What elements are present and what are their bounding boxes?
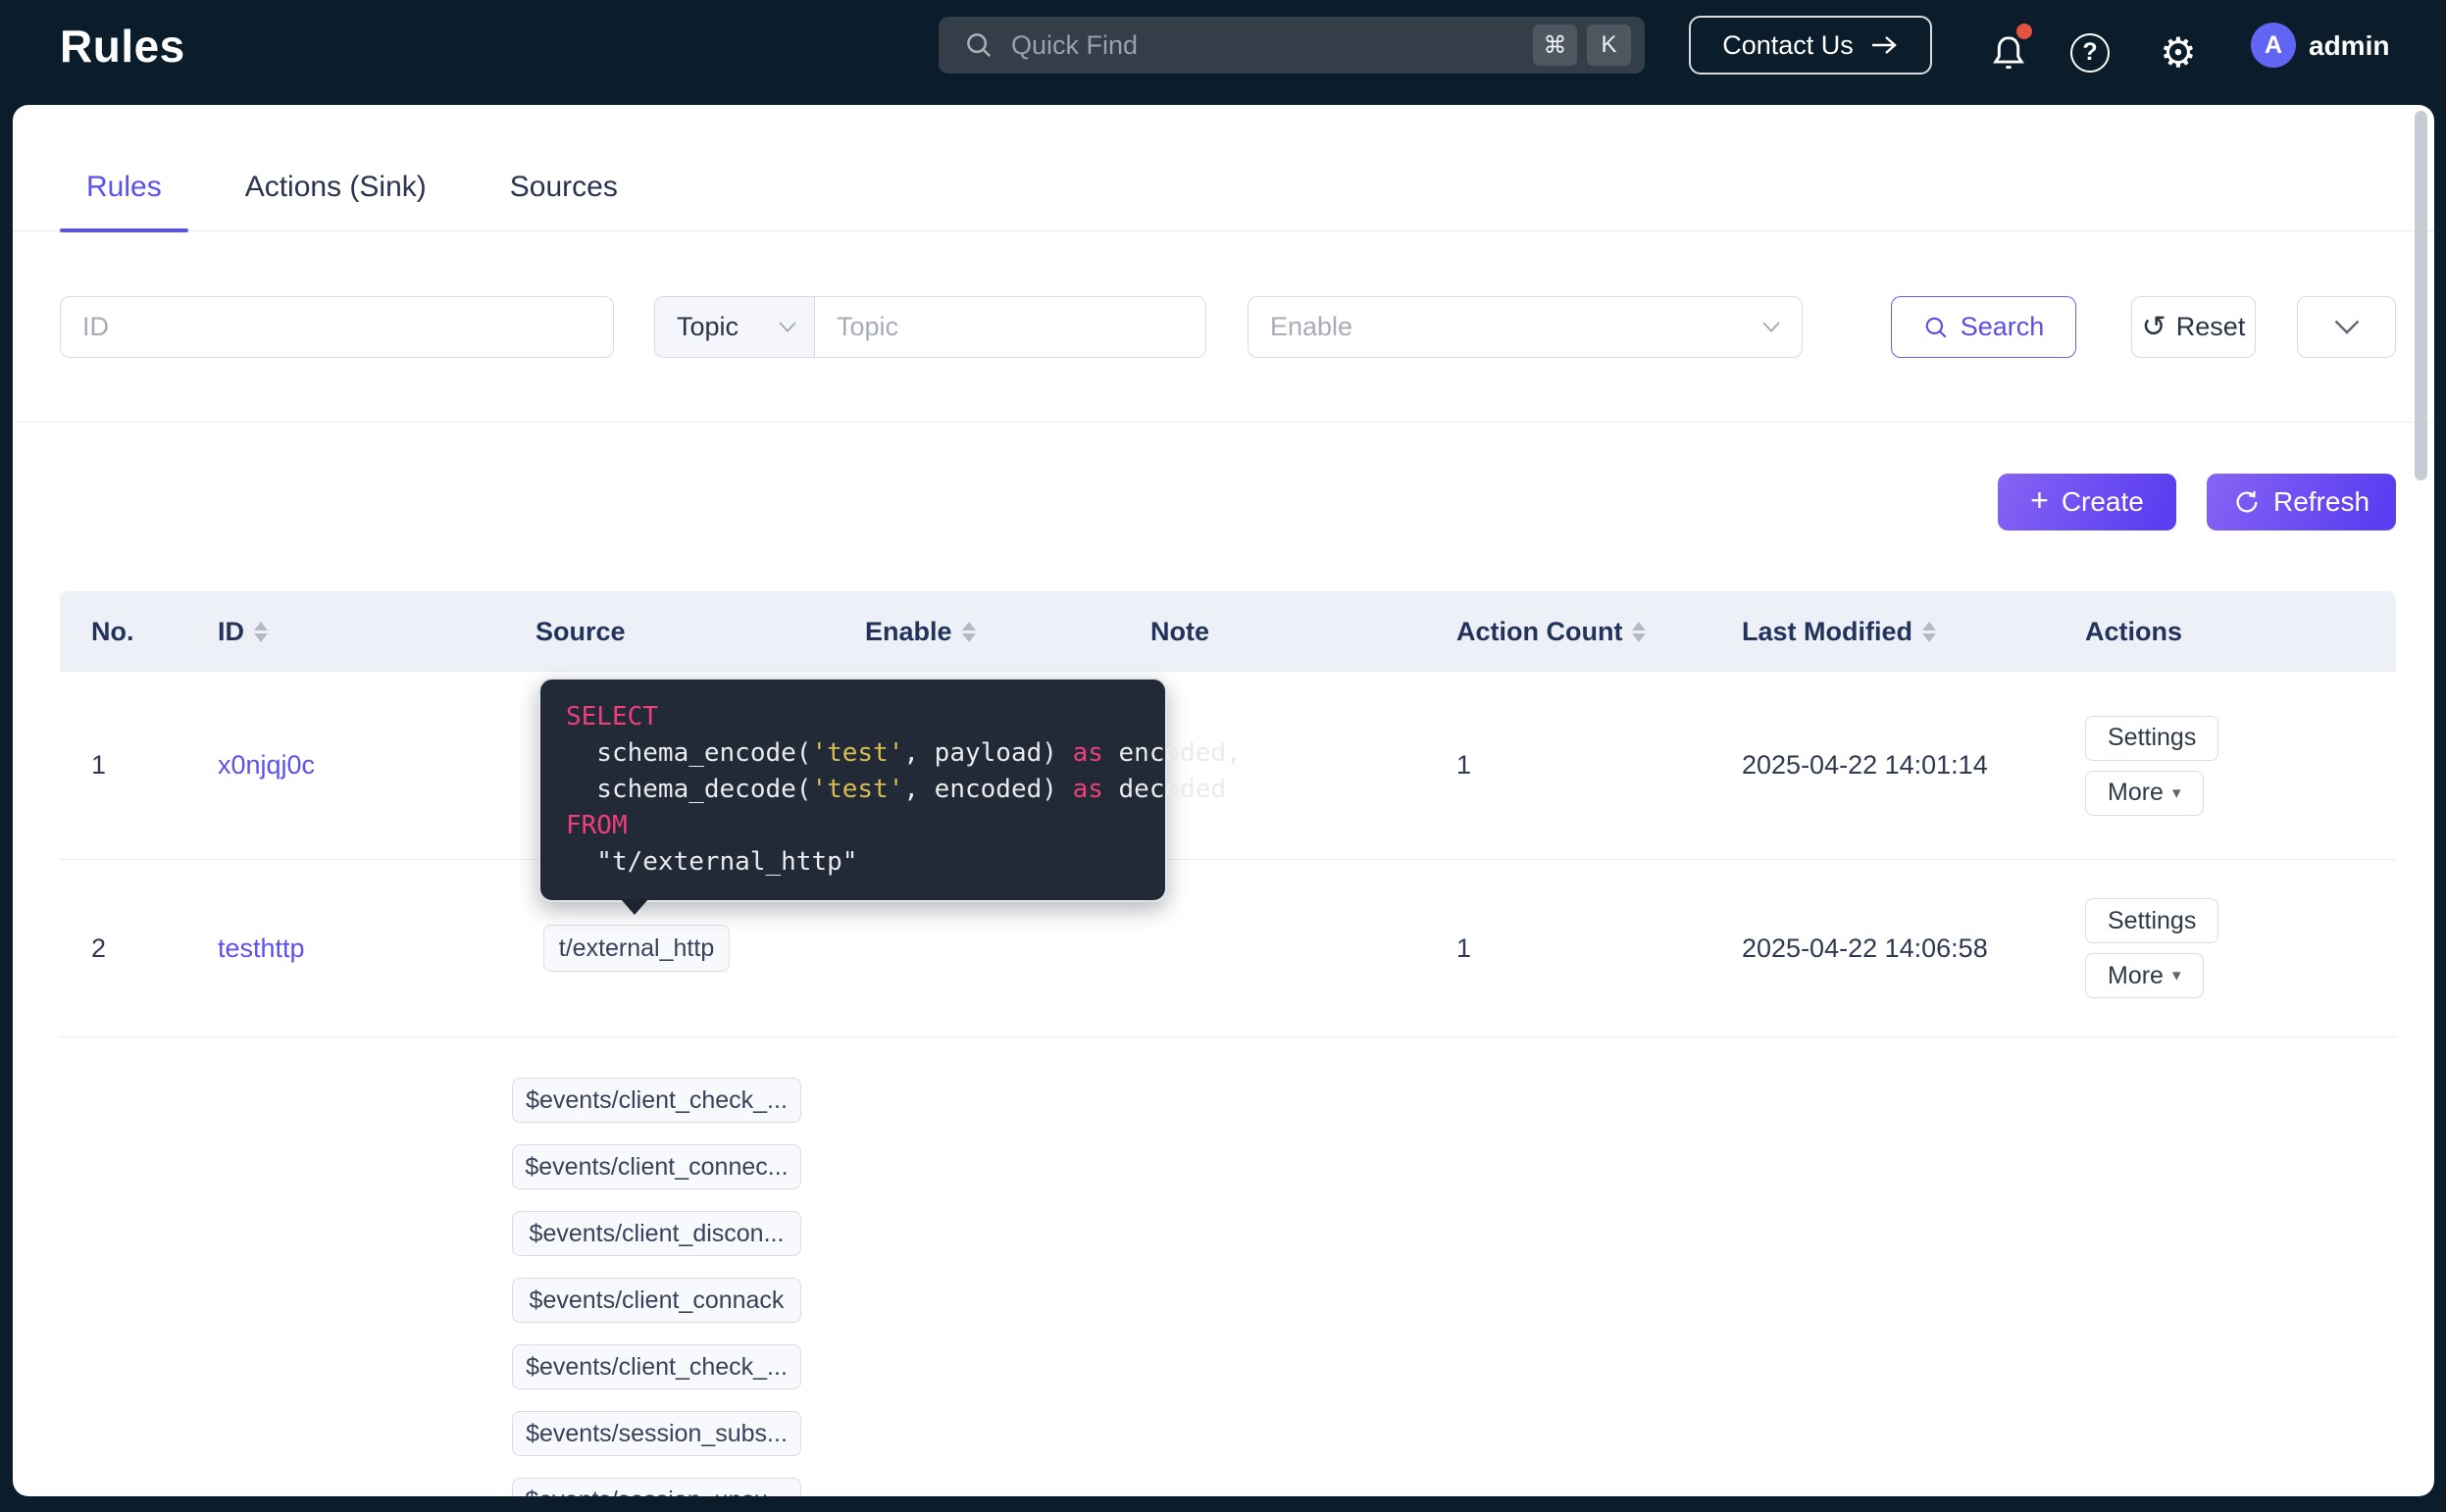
quick-find-search[interactable]: Quick Find ⌘ K	[939, 17, 1645, 74]
create-button[interactable]: + Create	[1998, 474, 2176, 530]
table-row: 2 testhttp t/external_http 1 2025-04-22 …	[60, 860, 2396, 1037]
sort-icon[interactable]	[1632, 622, 1646, 642]
col-id[interactable]: ID	[186, 617, 504, 647]
notifications-button[interactable]	[1983, 0, 2034, 105]
plus-icon: +	[2030, 482, 2049, 519]
k-key-badge: K	[1587, 25, 1631, 66]
sort-icon[interactable]	[254, 622, 268, 642]
topic-filter-group: Topic	[654, 296, 1206, 358]
more-button[interactable]: More▾	[2085, 953, 2204, 998]
source-topic-tag: $events/client_connack	[512, 1278, 801, 1323]
col-no: No.	[60, 617, 186, 647]
col-note: Note	[1119, 617, 1425, 647]
source-topic-tag: $events/session_unsu...	[512, 1478, 801, 1496]
reset-button[interactable]: ↺ Reset	[2131, 296, 2256, 358]
source-topic-tag: $events/client_discon...	[512, 1211, 801, 1256]
col-enable[interactable]: Enable	[834, 617, 1119, 647]
rules-table: No. ID Source Enable Note Action Count L…	[60, 591, 2396, 1496]
sql-tooltip: SELECT schema_encode('test', payload) as…	[538, 678, 1167, 902]
search-button[interactable]: Search	[1891, 296, 2076, 358]
filter-bar: Topic Enable Search ↺ Reset	[13, 296, 2434, 358]
chevron-down-icon	[779, 322, 796, 332]
cell-no: 1	[60, 750, 186, 781]
help-icon: ?	[2070, 33, 2110, 73]
table-header-row: No. ID Source Enable Note Action Count L…	[60, 591, 2396, 672]
username[interactable]: admin	[2309, 0, 2389, 91]
gear-icon: ⚙	[2160, 32, 2197, 74]
app-header: Rules Quick Find ⌘ K Contact Us ? ⚙ A ad…	[0, 0, 2446, 105]
reset-icon: ↺	[2142, 313, 2166, 342]
more-caret-icon: ▾	[2172, 966, 2181, 985]
enable-filter-select[interactable]: Enable	[1248, 296, 1803, 358]
col-last-modified[interactable]: Last Modified	[1710, 617, 2054, 647]
arrow-right-icon	[1869, 33, 1899, 57]
cell-last-modified: 2025-04-22 14:01:14	[1710, 750, 2054, 781]
settings-button[interactable]: Settings	[2085, 716, 2218, 761]
rule-id-link[interactable]: x0njqj0c	[218, 750, 315, 780]
source-topic-tag: t/external_http	[543, 925, 730, 972]
contact-us-label: Contact Us	[1722, 30, 1854, 61]
cell-no: 2	[60, 933, 186, 964]
sort-icon[interactable]	[1922, 622, 1936, 642]
tab-actions-sink[interactable]: Actions (Sink)	[219, 144, 453, 231]
col-actions: Actions	[2054, 617, 2396, 647]
refresh-button-label: Refresh	[2273, 486, 2370, 518]
sort-icon[interactable]	[962, 622, 976, 642]
divider	[13, 422, 2434, 423]
create-button-label: Create	[2062, 486, 2144, 518]
id-filter-input[interactable]	[60, 296, 614, 358]
expand-filters-button[interactable]	[2297, 296, 2396, 358]
source-topic-tag: $events/client_check_...	[512, 1344, 801, 1389]
source-topic-tag: $events/client_connec...	[512, 1144, 801, 1189]
col-action-count[interactable]: Action Count	[1425, 617, 1710, 647]
source-topic-tag: $events/client_check_...	[512, 1078, 801, 1123]
notification-dot	[2016, 24, 2032, 39]
source-topic-tag: $events/session_subs...	[512, 1411, 801, 1456]
cell-last-modified: 2025-04-22 14:06:58	[1710, 933, 2054, 964]
cell-action-count: 1	[1425, 933, 1710, 964]
search-icon	[964, 30, 994, 60]
more-caret-icon: ▾	[2172, 783, 2181, 803]
sql-code: SELECT schema_encode('test', payload) as…	[566, 699, 1165, 881]
search-button-label: Search	[1961, 312, 2045, 342]
search-icon	[1923, 315, 1949, 340]
reset-button-label: Reset	[2176, 312, 2246, 342]
contact-us-button[interactable]: Contact Us	[1689, 16, 1932, 75]
help-button[interactable]: ?	[2067, 0, 2113, 105]
more-button[interactable]: More▾	[2085, 771, 2204, 816]
settings-button[interactable]: Settings	[2085, 898, 2218, 943]
page-title: Rules	[60, 20, 185, 73]
chevron-down-icon	[1762, 322, 1780, 332]
topic-field-value: Topic	[677, 312, 739, 342]
tab-sources[interactable]: Sources	[484, 144, 644, 231]
scrollbar-thumb[interactable]	[2415, 111, 2427, 480]
topic-filter-input[interactable]	[815, 297, 1205, 357]
col-source: Source	[504, 617, 834, 647]
content-card: Rules Actions (Sink) Sources Topic Enabl…	[13, 105, 2434, 1496]
tab-rules[interactable]: Rules	[60, 144, 188, 231]
cell-action-count: 1	[1425, 750, 1710, 781]
avatar[interactable]: A	[2251, 23, 2296, 68]
chevron-down-icon	[2334, 320, 2360, 334]
source-topic-tag-list: $events/client_check_... $events/client_c…	[504, 1037, 834, 1496]
topic-field-select[interactable]: Topic	[655, 297, 815, 357]
refresh-button[interactable]: Refresh	[2207, 474, 2396, 530]
command-key-badge: ⌘	[1533, 25, 1577, 66]
tab-bar: Rules Actions (Sink) Sources	[13, 105, 2434, 231]
quick-find-placeholder: Quick Find	[1011, 30, 1523, 61]
refresh-icon	[2233, 488, 2261, 516]
enable-placeholder: Enable	[1270, 312, 1352, 342]
rule-id-link[interactable]: testhttp	[218, 933, 305, 963]
settings-gear-button[interactable]: ⚙	[2154, 0, 2203, 105]
table-row: $events/client_check_... $events/client_c…	[60, 1037, 2396, 1496]
